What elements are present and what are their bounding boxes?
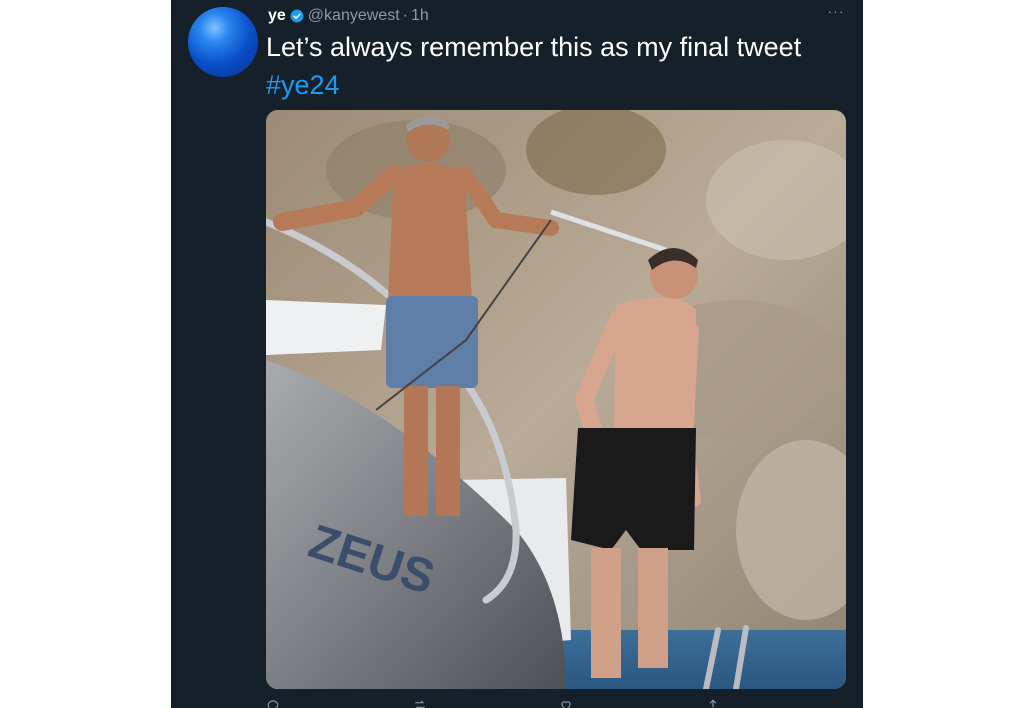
share-icon bbox=[709, 699, 717, 708]
retweet-button[interactable] bbox=[413, 698, 433, 708]
user-handle[interactable]: @kanyewest bbox=[308, 7, 400, 25]
timestamp[interactable]: 1h bbox=[411, 7, 429, 25]
photo-illustration: ZEUS bbox=[266, 110, 846, 689]
tweet-body: Let’s always remember this as my final t… bbox=[266, 32, 802, 62]
retweet-icon bbox=[414, 700, 425, 708]
tweet-media-photo[interactable]: ZEUS bbox=[266, 110, 846, 689]
tweet-text: Let’s always remember this as my final t… bbox=[266, 28, 846, 104]
tweet-header: ye @kanyewest · 1h bbox=[268, 6, 429, 26]
display-name[interactable]: ye bbox=[268, 7, 286, 25]
like-icon bbox=[561, 701, 571, 708]
avatar[interactable] bbox=[188, 7, 258, 77]
reply-button[interactable] bbox=[266, 698, 286, 708]
share-button[interactable] bbox=[706, 698, 726, 708]
verified-badge-icon bbox=[290, 9, 304, 23]
more-options-icon[interactable]: ··· bbox=[825, 4, 847, 18]
tweet-actions bbox=[266, 698, 726, 708]
like-button[interactable] bbox=[559, 698, 579, 708]
reply-icon bbox=[267, 700, 279, 708]
hashtag-link[interactable]: #ye24 bbox=[266, 70, 340, 100]
tweet-card: ye @kanyewest · 1h ··· Let’s always reme… bbox=[171, 0, 863, 708]
separator-dot: · bbox=[402, 7, 408, 24]
